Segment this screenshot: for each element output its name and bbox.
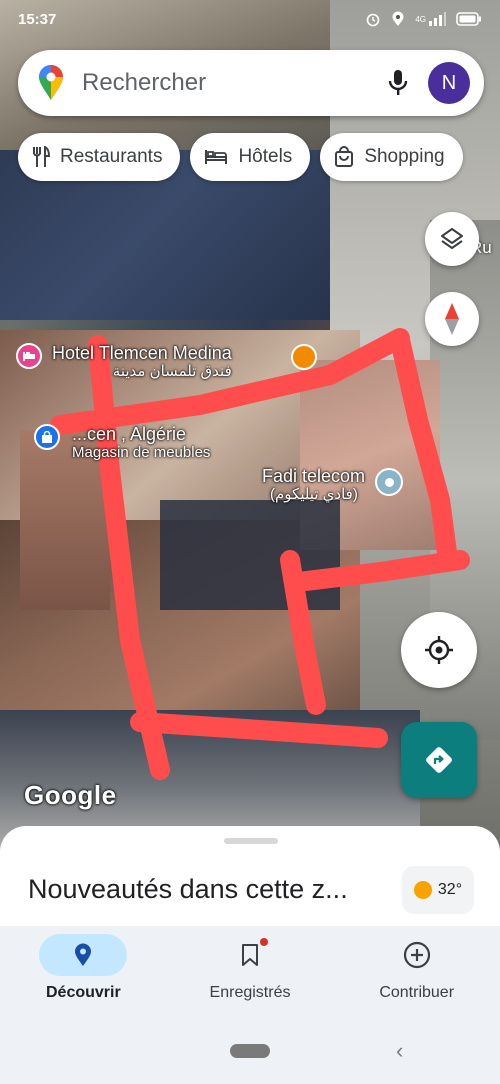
system-navigation-bar: ‹ (0, 1022, 500, 1084)
category-chips: Restaurants Hôtels Shopping (18, 133, 463, 181)
place-subtitle: فندق تلمسان مدينة (112, 363, 232, 380)
nav-explore[interactable]: Découvrir (0, 926, 167, 1022)
signal-icon: 4G (415, 12, 446, 26)
explore-bottom-sheet[interactable]: Nouveautés dans cette z... 32° (0, 826, 500, 926)
hotel-icon (204, 148, 228, 166)
google-logo: Google (24, 780, 117, 810)
nav-contribute[interactable]: Contribuer (333, 926, 500, 1022)
chip-label: Hôtels (238, 146, 293, 167)
account-avatar[interactable]: N (428, 62, 470, 104)
temperature: 32° (437, 881, 463, 898)
place-name: ...cen , Algérie (72, 424, 187, 444)
my-location-button[interactable] (401, 612, 477, 688)
search-input[interactable]: Rechercher (82, 69, 388, 97)
microphone-icon[interactable] (388, 69, 408, 97)
sun-icon (413, 881, 432, 899)
alarm-icon (365, 11, 381, 27)
status-time: 15:37 (18, 10, 57, 28)
sheet-title: Nouveautés dans cette z... (28, 874, 348, 904)
bottom-navigation: Découvrir Enregistrés Contribuer (0, 926, 500, 1022)
place-name: Fadi telecom (262, 466, 366, 486)
add-circle-icon (373, 934, 461, 976)
directions-button[interactable] (401, 722, 477, 798)
orange-place-pin-icon[interactable] (291, 344, 317, 370)
restaurant-icon (32, 146, 50, 168)
chip-label: Restaurants (60, 146, 163, 167)
place-subtitle: (فادي تيليكوم) (270, 486, 358, 503)
layers-button[interactable] (425, 212, 479, 266)
chip-hotels[interactable]: Hôtels (190, 133, 311, 181)
layers-icon (439, 226, 465, 252)
bookmark-icon (206, 934, 294, 976)
crosshair-icon (423, 634, 455, 666)
compass-button[interactable] (425, 292, 479, 346)
place-fadi-telecom[interactable]: Fadi telecom (فادي تيليكوم) (262, 466, 404, 504)
sheet-drag-handle[interactable] (224, 838, 278, 844)
nav-label: Contribuer (379, 984, 455, 1001)
google-maps-pin-icon (38, 65, 64, 101)
weather-chip[interactable]: 32° (402, 866, 474, 914)
back-icon[interactable]: ‹ (396, 1038, 403, 1064)
place-subtitle: Magasin de meubles (72, 444, 211, 461)
shopping-bag-pin-icon (34, 424, 60, 450)
status-bar: 15:37 4G (0, 0, 500, 38)
compass-icon (443, 302, 461, 336)
hotel-pin-icon (16, 343, 42, 369)
chip-label: Shopping (364, 146, 445, 167)
nav-saved[interactable]: Enregistrés (167, 926, 334, 1022)
place-furniture-store[interactable]: ...cen , Algérie Magasin de meubles (34, 424, 210, 462)
nav-label: Découvrir (45, 984, 121, 1001)
home-button[interactable] (230, 1044, 270, 1058)
location-status-icon (391, 11, 405, 27)
shopping-icon (334, 146, 354, 168)
chip-shopping[interactable]: Shopping (320, 133, 463, 181)
place-hotel-tlemcen-medina[interactable]: Hotel Tlemcen Medina فندق تلمسان مدينة (16, 343, 232, 381)
battery-icon (456, 12, 482, 26)
notification-dot (260, 938, 268, 946)
nav-label: Enregistrés (209, 984, 291, 1001)
network-type: 4G (415, 14, 426, 24)
location-pin-icon (375, 468, 404, 496)
chip-restaurants[interactable]: Restaurants (18, 133, 181, 181)
place-name: Hotel Tlemcen Medina (52, 343, 232, 363)
search-bar[interactable]: Rechercher N (18, 50, 484, 116)
directions-icon (423, 744, 455, 776)
explore-pin-icon (39, 934, 128, 976)
